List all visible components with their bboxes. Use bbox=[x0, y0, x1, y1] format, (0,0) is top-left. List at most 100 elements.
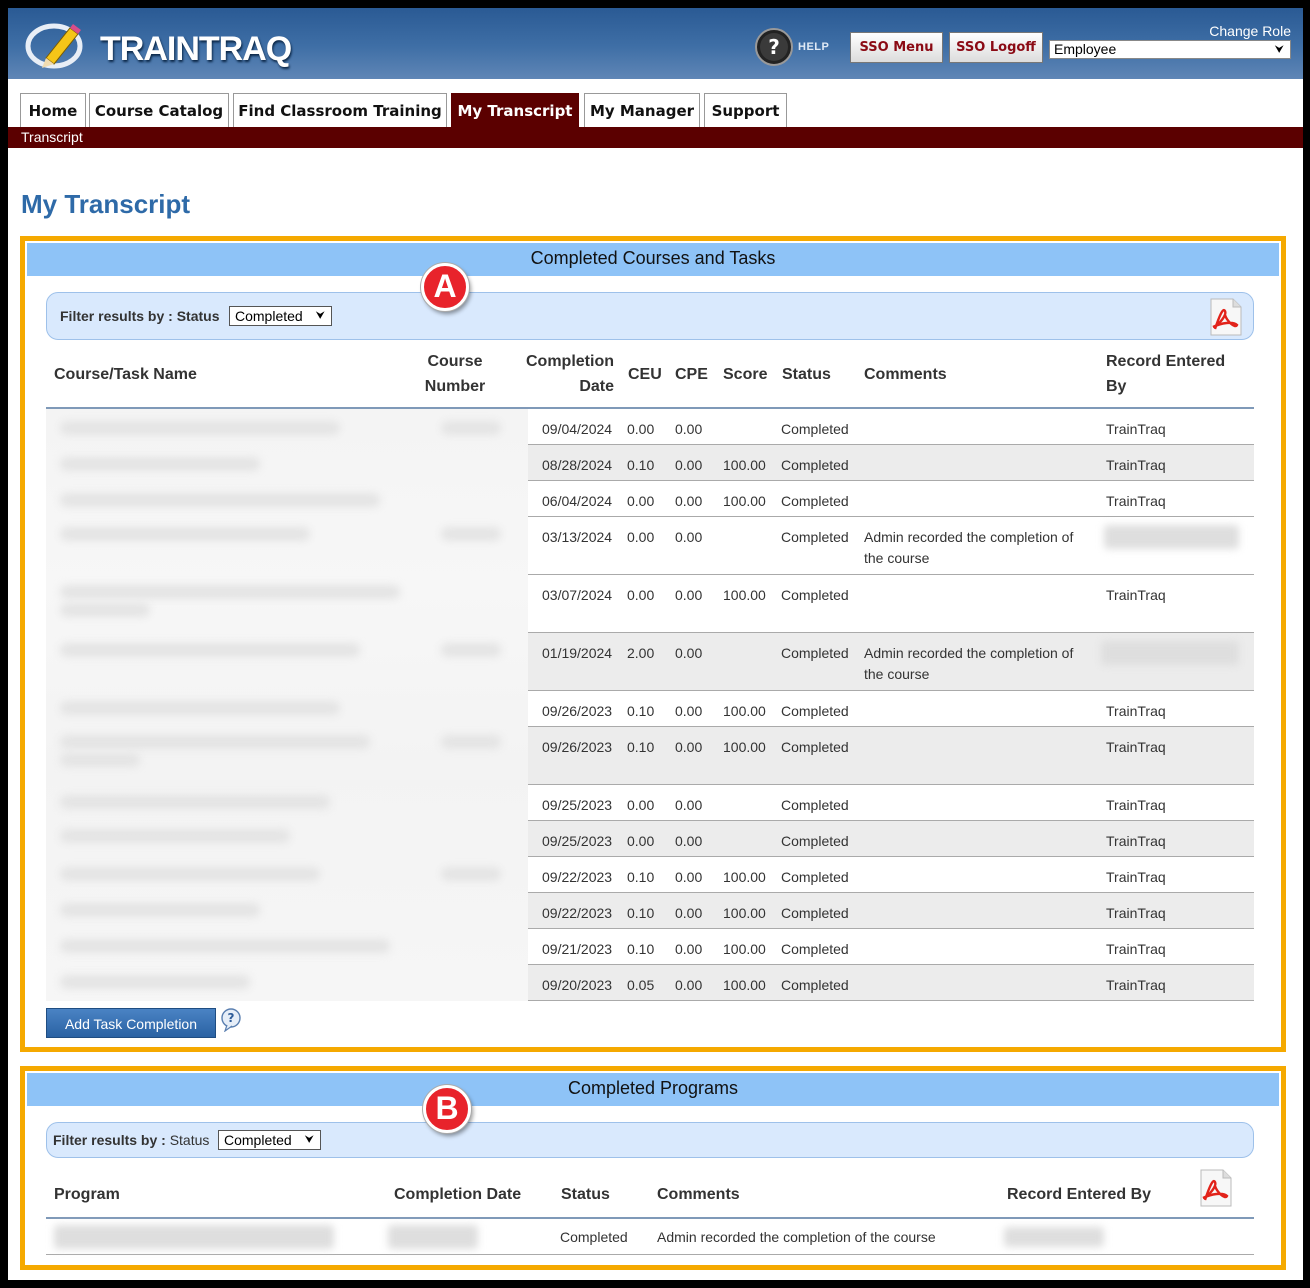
cell-score: 100.00 bbox=[723, 457, 766, 473]
cell-date: 09/20/2023 bbox=[542, 977, 613, 993]
cell-cpe: 0.00 bbox=[675, 493, 703, 509]
col-comments[interactable]: Comments bbox=[864, 362, 947, 387]
table-row[interactable]: Completed Admin recorded the completion … bbox=[46, 1219, 1254, 1255]
help-label: HELP bbox=[798, 41, 830, 53]
col-score[interactable]: Score bbox=[723, 362, 767, 387]
cell-entered: TrainTraq bbox=[1106, 739, 1166, 755]
cell-status: Completed bbox=[781, 645, 849, 661]
completed-programs-title: Completed Programs bbox=[27, 1073, 1279, 1106]
header-bar: TRAINTRAQ ? HELP SSO Menu SSO Logoff Cha… bbox=[8, 8, 1303, 79]
pdf-export-icon[interactable] bbox=[1205, 297, 1245, 337]
col-ceu[interactable]: CEU bbox=[628, 362, 662, 387]
cell-status: Completed bbox=[781, 587, 849, 603]
cell-cpe: 0.00 bbox=[675, 529, 703, 545]
cell-entered: TrainTraq bbox=[1106, 905, 1166, 921]
cell-entered: TrainTraq bbox=[1106, 493, 1166, 509]
role-select-value: Employee bbox=[1054, 41, 1117, 57]
chevron-down-icon: ⮟ bbox=[1274, 44, 1284, 56]
traintraq-logo[interactable]: TRAINTRAQ bbox=[24, 18, 294, 72]
tab-home[interactable]: Home bbox=[20, 93, 86, 128]
cell-date: 09/22/2023 bbox=[542, 905, 613, 921]
cell-score: 100.00 bbox=[723, 703, 766, 719]
cell-date: 01/19/2024 bbox=[542, 645, 613, 661]
breadcrumb-item[interactable]: Transcript bbox=[21, 129, 83, 145]
col-course-number-line2: Number bbox=[424, 378, 486, 395]
role-select[interactable]: Employee ⮟ bbox=[1049, 40, 1291, 59]
add-task-completion-button[interactable]: Add Task Completion bbox=[46, 1008, 216, 1038]
col-course-number[interactable]: Course Number bbox=[422, 349, 488, 399]
cell-comments: Admin recorded the completion of the cou… bbox=[657, 1229, 936, 1245]
tab-my-manager[interactable]: My Manager bbox=[584, 93, 700, 128]
programs-filter-label-status: Status bbox=[169, 1132, 210, 1148]
pencil-swoosh-icon bbox=[25, 23, 83, 69]
cell-entered: TrainTraq bbox=[1106, 797, 1166, 813]
cell-entered: TrainTraq bbox=[1106, 977, 1166, 993]
cell-ceu: 0.00 bbox=[627, 493, 655, 509]
cell-entered: TrainTraq bbox=[1106, 587, 1166, 603]
cell-date: 09/26/2023 bbox=[542, 703, 613, 719]
cell-ceu: 0.10 bbox=[627, 703, 655, 719]
cell-date: 09/25/2023 bbox=[542, 833, 613, 849]
cell-ceu: 0.00 bbox=[627, 797, 655, 813]
cell-entered: TrainTraq bbox=[1106, 833, 1166, 849]
cell-status: Completed bbox=[781, 797, 849, 813]
cell-status: Completed bbox=[781, 703, 849, 719]
sso-menu-button[interactable]: SSO Menu bbox=[850, 32, 943, 63]
callout-marker-a: A bbox=[421, 263, 469, 311]
cell-ceu: 0.10 bbox=[627, 739, 655, 755]
redacted-entered-by bbox=[1004, 1227, 1104, 1247]
help-button[interactable]: ? HELP bbox=[754, 25, 836, 69]
main-nav: Home Course Catalog Find Classroom Train… bbox=[8, 79, 1303, 128]
programs-filter-label: Filter results by : Status bbox=[53, 1132, 209, 1148]
cell-status: Completed bbox=[781, 739, 849, 755]
tab-course-catalog[interactable]: Course Catalog bbox=[89, 93, 229, 128]
programs-status-value: Completed bbox=[224, 1132, 292, 1148]
programs-filter-bar: Filter results by : Status Completed ⮟ bbox=[46, 1122, 1254, 1158]
cell-score: 100.00 bbox=[723, 739, 766, 755]
cell-score: 100.00 bbox=[723, 941, 766, 957]
cell-comments: Admin recorded the completion of the cou… bbox=[864, 529, 1074, 566]
pdf-export-icon[interactable] bbox=[1195, 1168, 1235, 1208]
logo-text: TRAINTRAQ bbox=[100, 30, 292, 68]
app-window: TRAINTRAQ ? HELP SSO Menu SSO Logoff Cha… bbox=[8, 8, 1303, 1280]
courses-filter-bar: Filter results by : Status Completed ⮟ bbox=[46, 292, 1254, 340]
col-status[interactable]: Status bbox=[561, 1182, 610, 1207]
cell-ceu: 0.00 bbox=[627, 833, 655, 849]
col-program[interactable]: Program bbox=[54, 1182, 120, 1207]
redacted-program-name bbox=[54, 1225, 334, 1249]
change-role-label: Change Role bbox=[1209, 23, 1291, 39]
col-completion-date-line1: Completion bbox=[526, 353, 614, 370]
courses-status-select[interactable]: Completed ⮟ bbox=[229, 306, 332, 326]
col-cpe[interactable]: CPE bbox=[675, 362, 708, 387]
programs-status-select[interactable]: Completed ⮟ bbox=[218, 1130, 321, 1150]
cell-score: 100.00 bbox=[723, 869, 766, 885]
col-completion-date[interactable]: Completion Date bbox=[394, 1182, 521, 1207]
cell-status: Completed bbox=[781, 421, 849, 437]
cell-entered: TrainTraq bbox=[1106, 703, 1166, 719]
sso-logoff-button[interactable]: SSO Logoff bbox=[949, 32, 1043, 63]
cell-cpe: 0.00 bbox=[675, 905, 703, 921]
col-comments[interactable]: Comments bbox=[657, 1182, 740, 1207]
cell-cpe: 0.00 bbox=[675, 457, 703, 473]
tab-my-transcript[interactable]: My Transcript bbox=[451, 93, 579, 128]
col-record-entered-by[interactable]: Record Entered By bbox=[1007, 1182, 1151, 1207]
col-status[interactable]: Status bbox=[782, 362, 831, 387]
col-course-name[interactable]: Course/Task Name bbox=[54, 362, 197, 387]
cell-ceu: 0.05 bbox=[627, 977, 655, 993]
col-record-entered-by[interactable]: Record Entered By bbox=[1106, 349, 1225, 399]
tab-find-classroom-training[interactable]: Find Classroom Training bbox=[233, 93, 447, 128]
cell-date: 06/04/2024 bbox=[542, 493, 613, 509]
cell-ceu: 0.10 bbox=[627, 941, 655, 957]
cell-ceu: 0.10 bbox=[627, 457, 655, 473]
breadcrumb: Transcript bbox=[8, 127, 1303, 148]
cell-ceu: 0.10 bbox=[627, 905, 655, 921]
cell-ceu: 0.00 bbox=[627, 529, 655, 545]
cell-cpe: 0.00 bbox=[675, 703, 703, 719]
cell-ceu: 0.00 bbox=[627, 587, 655, 603]
col-completion-date[interactable]: Completion Date bbox=[522, 349, 614, 399]
tab-support[interactable]: Support bbox=[704, 93, 787, 128]
help-bubble-icon[interactable]: ? bbox=[221, 1008, 241, 1032]
cell-cpe: 0.00 bbox=[675, 739, 703, 755]
cell-entered: TrainTraq bbox=[1106, 941, 1166, 957]
col-completion-date-line2: Date bbox=[579, 378, 614, 395]
